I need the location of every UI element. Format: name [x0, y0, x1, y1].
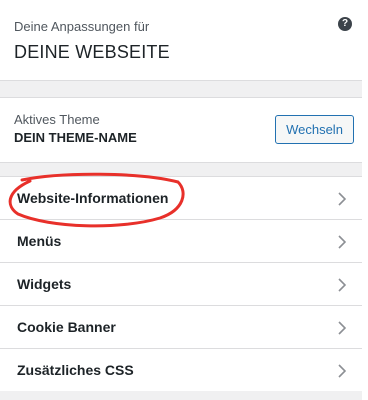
menu-item-label: Menüs	[17, 233, 62, 249]
active-theme-name: DEIN THEME-NAME	[14, 130, 137, 145]
chevron-right-icon	[338, 278, 346, 292]
site-title: DEINE WEBSEITE	[14, 42, 170, 62]
customizer-panel: Deine Anpassungen für DEINE WEBSEITE ? A…	[0, 0, 363, 400]
customizer-menu: Website-Informationen Menüs Widgets Cook…	[0, 176, 362, 391]
menu-item-label: Widgets	[17, 276, 72, 292]
customize-subtitle: Deine Anpassungen für	[14, 19, 150, 34]
customize-info: Deine Anpassungen für DEINE WEBSEITE ?	[0, 0, 362, 81]
change-theme-button[interactable]: Wechseln	[275, 115, 354, 144]
scrollbar-track	[362, 0, 368, 400]
active-theme-label: Aktives Theme	[14, 112, 100, 127]
help-icon[interactable]: ?	[338, 17, 352, 31]
menu-item-label: Website-Informationen	[17, 190, 169, 206]
menu-item-cookie-banner[interactable]: Cookie Banner	[0, 305, 362, 348]
active-theme-section: Aktives Theme DEIN THEME-NAME Wechseln	[0, 97, 362, 163]
chevron-right-icon	[338, 321, 346, 335]
menu-item-label: Zusätzliches CSS	[17, 362, 134, 378]
menu-item-site-identity[interactable]: Website-Informationen	[0, 176, 362, 219]
menu-item-menus[interactable]: Menüs	[0, 219, 362, 262]
chevron-right-icon	[338, 192, 346, 206]
menu-item-widgets[interactable]: Widgets	[0, 262, 362, 305]
menu-item-additional-css[interactable]: Zusätzliches CSS	[0, 348, 362, 391]
menu-item-label: Cookie Banner	[17, 319, 116, 335]
chevron-right-icon	[338, 235, 346, 249]
chevron-right-icon	[338, 364, 346, 378]
